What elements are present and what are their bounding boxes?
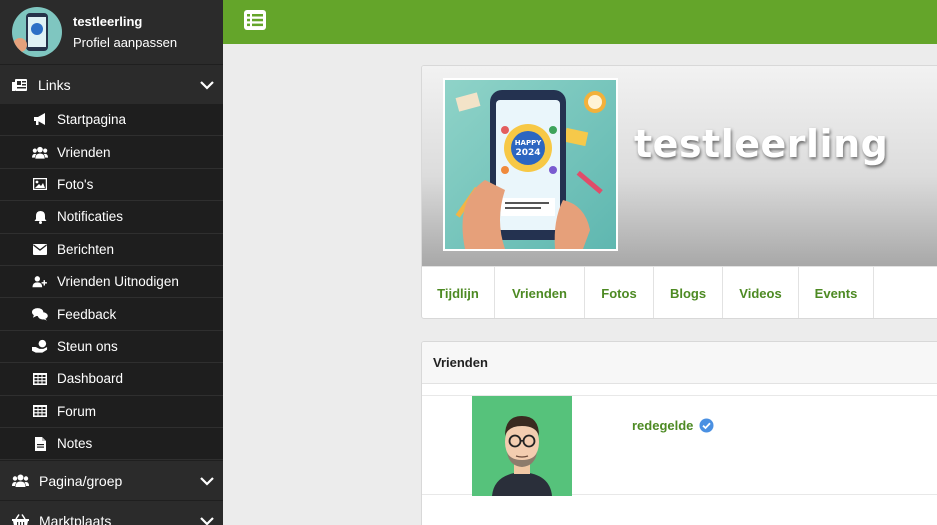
- comments-icon: [32, 307, 48, 321]
- profile-tabs: Tijdlijn Vrienden Fotos Blogs Videos Eve…: [422, 266, 937, 318]
- tab-tijdlijn[interactable]: Tijdlijn: [422, 267, 495, 318]
- list-item: redegelde: [422, 395, 937, 496]
- table-icon: [32, 372, 48, 386]
- sidebar-item-feedback[interactable]: Feedback: [0, 298, 223, 331]
- chevron-down-icon[interactable]: [199, 77, 215, 93]
- verified-badge-icon: [699, 418, 714, 433]
- sidebar-item-dashboard[interactable]: Dashboard: [0, 363, 223, 396]
- sidebar-item-label: Foto's: [57, 176, 94, 192]
- tab-videos[interactable]: Videos: [723, 267, 799, 318]
- top-bar: [223, 0, 937, 44]
- sidebar-item-notes[interactable]: Notes: [0, 428, 223, 461]
- bell-icon: [32, 210, 48, 224]
- megaphone-icon: [32, 113, 48, 127]
- user-block[interactable]: testleerling Profiel aanpassen: [0, 0, 223, 64]
- image-icon: [32, 177, 48, 191]
- sidebar-item-vrienden-uitnodigen[interactable]: Vrienden Uitnodigen: [0, 266, 223, 299]
- sidebar-item-vrienden[interactable]: Vrienden: [0, 136, 223, 169]
- tab-vrienden[interactable]: Vrienden: [495, 267, 585, 318]
- sidebar-item-label: Vrienden: [57, 144, 111, 160]
- sidebar: testleerling Profiel aanpassen Links Sta…: [0, 0, 223, 525]
- table-icon: [32, 404, 48, 418]
- svg-text:HAPPY: HAPPY: [515, 139, 543, 147]
- users-icon: [12, 474, 29, 488]
- menu-toggle-icon[interactable]: [243, 9, 267, 31]
- tab-blogs[interactable]: Blogs: [654, 267, 723, 318]
- file-icon: [32, 436, 48, 451]
- sidebar-item-label: Startpagina: [57, 112, 127, 128]
- sidebar-item-label: Forum: [57, 403, 97, 419]
- friend-avatar[interactable]: [472, 396, 572, 496]
- sidebar-item-fotos[interactable]: Foto's: [0, 169, 223, 202]
- section-label: Marktplaats: [39, 512, 112, 525]
- sidebar-item-steun-ons[interactable]: Steun ons: [0, 331, 223, 364]
- user-avatar[interactable]: [12, 7, 62, 57]
- sidebar-section-links[interactable]: Links: [0, 64, 223, 104]
- sidebar-section-pagina-groep[interactable]: Pagina/groep: [0, 460, 223, 501]
- user-plus-icon: [32, 275, 48, 289]
- sidebar-item-label: Notificaties: [57, 209, 124, 225]
- sidebar-links-list: Startpagina Vrienden Foto's Notificaties…: [0, 104, 223, 461]
- profile-card: HAPPY 2024 testleerling Tijdlijn Vriende…: [421, 65, 937, 319]
- users-icon: [32, 145, 48, 159]
- sidebar-item-startpagina[interactable]: Startpagina: [0, 104, 223, 137]
- basket-icon: [12, 513, 29, 525]
- sidebar-item-label: Notes: [57, 436, 93, 452]
- edit-profile-link[interactable]: Profiel aanpassen: [73, 35, 177, 51]
- envelope-icon: [32, 242, 48, 256]
- friend-name-text[interactable]: redegelde: [632, 418, 693, 433]
- chevron-down-icon[interactable]: [199, 513, 215, 525]
- friends-card-title: Vrienden: [422, 342, 937, 384]
- donate-icon: [32, 339, 48, 354]
- sidebar-item-label: Steun ons: [57, 338, 118, 354]
- section-label: Links: [38, 76, 71, 93]
- sidebar-item-label: Feedback: [57, 306, 117, 322]
- profile-picture[interactable]: HAPPY 2024: [443, 78, 618, 251]
- friends-card: Vrienden redegelde: [421, 341, 937, 525]
- sidebar-item-label: Berichten: [57, 241, 115, 257]
- newspaper-icon: [12, 78, 27, 91]
- tab-events[interactable]: Events: [799, 267, 874, 318]
- svg-text:2024: 2024: [515, 148, 540, 158]
- tab-fotos[interactable]: Fotos: [585, 267, 654, 318]
- chevron-down-icon[interactable]: [199, 473, 215, 489]
- profile-name: testleerling: [634, 122, 889, 166]
- section-label: Pagina/groep: [39, 472, 123, 489]
- sidebar-item-label: Dashboard: [57, 371, 124, 387]
- sidebar-item-label: Vrienden Uitnodigen: [57, 274, 179, 290]
- friend-name[interactable]: redegelde: [632, 418, 714, 433]
- profile-cover: HAPPY 2024 testleerling: [422, 66, 937, 266]
- sidebar-item-berichten[interactable]: Berichten: [0, 234, 223, 266]
- sidebar-section-marktplaats[interactable]: Marktplaats: [0, 500, 223, 525]
- sidebar-item-notificaties[interactable]: Notificaties: [0, 201, 223, 234]
- user-name[interactable]: testleerling: [73, 14, 177, 30]
- sidebar-item-forum[interactable]: Forum: [0, 396, 223, 428]
